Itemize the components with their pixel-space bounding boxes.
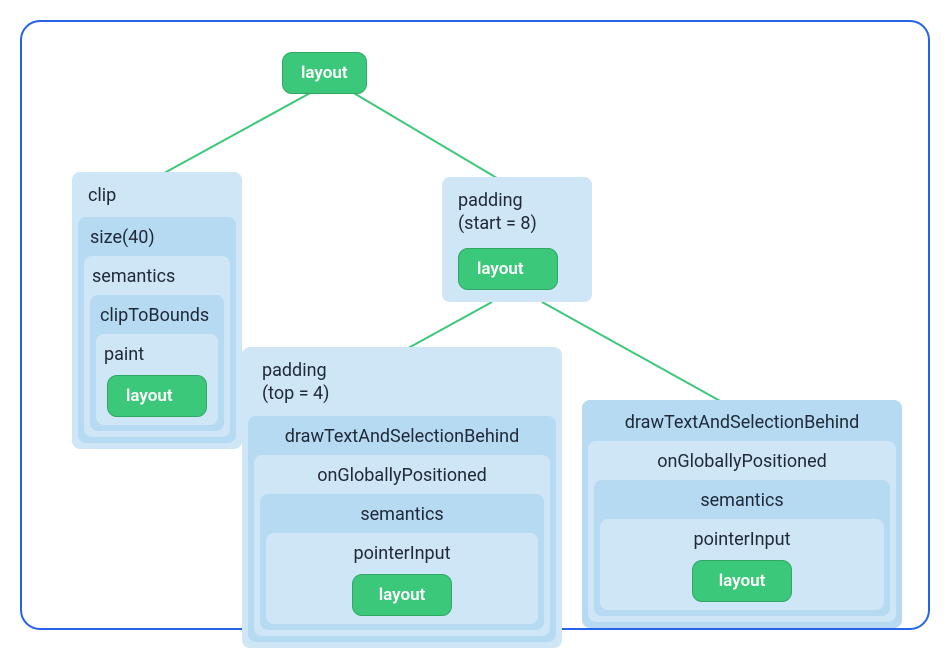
cliptobounds-label: clipToBounds	[96, 301, 218, 330]
clip-label: clip	[78, 178, 236, 213]
size-label: size(40)	[84, 223, 230, 252]
pointerinput-label-1: pointerInput	[272, 539, 532, 568]
edge-mid-bottomright	[542, 302, 722, 402]
layout-pill-mid: layout	[458, 248, 558, 290]
nest-globalpos-2: onGloballyPositioned semantics pointerIn…	[588, 441, 896, 622]
drawtext-label-2: drawTextAndSelectionBehind	[588, 406, 896, 437]
root-node: layout	[282, 52, 367, 94]
edge-root-mid	[352, 92, 512, 187]
nest-paint: paint layout	[96, 334, 218, 425]
nest-globalpos-1: onGloballyPositioned semantics pointerIn…	[254, 455, 550, 636]
node-clip: clip size(40) semantics clipToBounds pai…	[72, 172, 242, 449]
semantics-label-1: semantics	[90, 262, 224, 291]
padding-top-label: padding (top = 4)	[248, 353, 556, 412]
nest-size: size(40) semantics clipToBounds paint la…	[78, 217, 236, 443]
layout-pill-bl: layout	[352, 574, 452, 616]
padding-start-line2: (start = 8)	[458, 213, 537, 234]
drawtext-label-1: drawTextAndSelectionBehind	[254, 422, 550, 451]
layout-pill-left: layout	[107, 375, 207, 417]
paint-label: paint	[102, 340, 212, 369]
node-padding-top: padding (top = 4) drawTextAndSelectionBe…	[242, 347, 562, 648]
padding-start-line1: padding	[458, 190, 523, 211]
padding-top-line2: (top = 4)	[262, 383, 329, 404]
globalpos-label-2: onGloballyPositioned	[594, 447, 890, 476]
layout-pill: layout	[282, 52, 367, 94]
globalpos-label-1: onGloballyPositioned	[260, 461, 544, 490]
edge-root-left	[157, 92, 312, 177]
padding-start-label: padding (start = 8)	[448, 183, 586, 242]
semantics-label-3: semantics	[600, 486, 884, 515]
nest-pointerinput-2: pointerInput layout	[600, 519, 884, 610]
node-drawtext-right: drawTextAndSelectionBehind onGloballyPos…	[582, 400, 902, 628]
layout-pill-br: layout	[692, 560, 792, 602]
node-padding-start: padding (start = 8) layout	[442, 177, 592, 302]
nest-semantics-2: semantics pointerInput layout	[260, 494, 544, 630]
pointerinput-label-2: pointerInput	[606, 525, 878, 554]
semantics-label-2: semantics	[266, 500, 538, 529]
nest-drawtext-1: drawTextAndSelectionBehind onGloballyPos…	[248, 416, 556, 642]
nest-pointerinput-1: pointerInput layout	[266, 533, 538, 624]
nest-semantics: semantics clipToBounds paint layout	[84, 256, 230, 437]
diagram-frame: layout clip size(40) semantics clipToBou…	[20, 20, 930, 630]
padding-top-line1: padding	[262, 360, 327, 381]
nest-semantics-3: semantics pointerInput layout	[594, 480, 890, 616]
nest-cliptobounds: clipToBounds paint layout	[90, 295, 224, 431]
